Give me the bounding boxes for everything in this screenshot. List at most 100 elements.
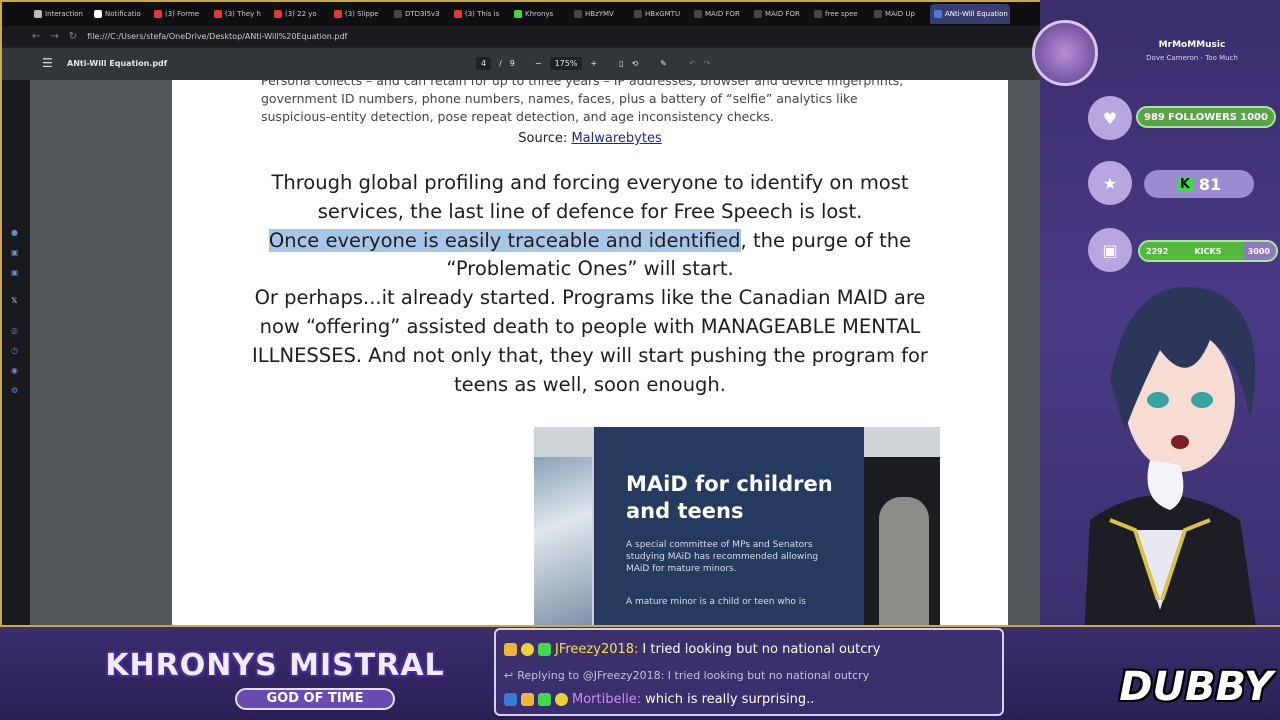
page-number-input[interactable]: 4 <box>476 57 492 70</box>
browser-tab[interactable]: MAID FOR <box>750 4 808 24</box>
fit-page-icon[interactable]: ▯ <box>619 59 623 68</box>
address-bar[interactable]: ← → ↻ file:///C:/Users/stefa/OneDrive/De… <box>2 26 1042 46</box>
logo-title: KHRONYS MISTRAL <box>105 648 445 683</box>
sidebar-strip: ● ▣ ▣ 𝕏 ◎ ◷ ◉ ⚙ <box>2 80 30 625</box>
kick-subs-counter: K 81 <box>1144 170 1254 198</box>
zoom-out-button[interactable]: − <box>535 59 542 68</box>
chat-message: JFreezy2018: I tried looking but no nati… <box>504 642 880 657</box>
tab-favicon-icon <box>154 10 162 18</box>
poster-board <box>594 427 864 625</box>
browser-tab[interactable]: (3) This is <box>450 4 508 24</box>
app-icon[interactable]: ◎ <box>11 326 21 336</box>
tab-label: ANti-Will Equation <box>945 10 1008 18</box>
followers-goal-bar: 989 FOLLOWERS 1000 <box>1136 106 1276 128</box>
tab-label: HBxGMTU <box>645 10 681 18</box>
clock-icon[interactable]: ◷ <box>11 346 21 356</box>
chat-username[interactable]: JFreezy2018: <box>555 642 638 657</box>
browser-tab[interactable]: MAID FOR <box>690 4 748 24</box>
reload-icon[interactable]: ↻ <box>69 31 77 42</box>
kick-logo-icon: K <box>1176 176 1193 192</box>
zoom-in-button[interactable]: + <box>590 59 597 68</box>
settings-icon[interactable]: ⚙ <box>11 386 21 396</box>
tab-favicon-icon <box>34 10 42 18</box>
music-artist: MrMoMMusic <box>1158 40 1226 50</box>
browser-tab[interactable]: ANti-Will Equation <box>930 4 1010 24</box>
kicks-current: 2292 <box>1146 246 1169 256</box>
tab-favicon-icon <box>394 10 402 18</box>
tab-label: HBzYMV <box>585 10 614 18</box>
browser-tab[interactable]: MAiD Up <box>870 4 928 24</box>
tab-label: Interaction <box>45 10 83 18</box>
x-icon[interactable]: 𝕏 <box>11 296 21 306</box>
kicks-goal: 3000 <box>1247 246 1270 256</box>
poster-title: MAiD for children and teens <box>626 472 833 523</box>
chat-username[interactable]: Mortibelle: <box>572 692 641 707</box>
kick-count-value: 81 <box>1198 174 1222 194</box>
browser-tab[interactable]: Khronys <box>510 4 568 24</box>
browser-tab[interactable]: (3) Slippe <box>330 4 388 24</box>
annotate-icon[interactable]: ✎ <box>660 59 667 68</box>
tab-label: (3) 22 yo <box>285 10 317 18</box>
tab-bar: Interaction Notificatio (3) Forme (3) They … <box>2 2 1042 26</box>
tab-label: MAID FOR <box>705 10 740 18</box>
channel-logo: KHRONYS MISTRAL GOD OF TIME <box>95 628 455 720</box>
tab-label: (3) Forme <box>165 10 200 18</box>
chat-box: JFreezy2018: I tried looking but no nati… <box>494 628 1004 716</box>
badge-icon <box>504 643 517 656</box>
tab-favicon-icon <box>694 10 702 18</box>
heart-icon: ♥ <box>1088 96 1132 140</box>
menu-icon[interactable]: ☰ <box>42 56 53 70</box>
pdf-title: ANti-Will Equation.pdf <box>67 59 168 68</box>
person-figure <box>879 497 929 625</box>
tab-favicon-icon <box>274 10 282 18</box>
pdf-page: Persona collects – and can retain for up… <box>172 80 1008 625</box>
browser-tab[interactable]: (3) 22 yo <box>270 4 328 24</box>
star-icon: ★ <box>1088 161 1132 205</box>
browser-tab[interactable]: DTD3I5v3 <box>390 4 448 24</box>
page-total: 9 <box>509 59 515 68</box>
chat-reply-line: ↩ Replying to @JFreezy2018: I tried look… <box>504 669 869 682</box>
chat-text: I tried looking but no national outcry <box>642 642 881 657</box>
url-text[interactable]: file:///C:/Users/stefa/OneDrive/Desktop/… <box>87 32 347 41</box>
zoom-input[interactable]: 175% <box>549 57 583 70</box>
pdf-viewer[interactable]: Persona collects – and can retain for up… <box>30 80 1040 625</box>
back-icon[interactable]: ← <box>32 31 40 42</box>
tab-favicon-icon <box>754 10 762 18</box>
rotate-icon[interactable]: ⟲ <box>632 59 639 68</box>
body-line-3: Or perhaps...it already started. Program… <box>252 286 928 396</box>
app-icon[interactable]: ● <box>11 228 21 238</box>
browser-tab[interactable]: HBxGMTU <box>630 4 688 24</box>
followers-label: FOLLOWERS <box>1168 111 1237 123</box>
browser-tab[interactable]: (3) They h <box>210 4 268 24</box>
undo-icon[interactable]: ↶ <box>689 59 696 68</box>
poster-subtitle-2: A mature minor is a child or teen who is <box>626 597 806 607</box>
page-separator: / <box>499 59 502 68</box>
stream-scene: { "browser": { "tabs": [ {"label": "Inte… <box>0 0 1280 720</box>
app-icon[interactable]: ◉ <box>11 366 21 376</box>
tab-favicon-icon <box>634 10 642 18</box>
app-icon[interactable]: ▣ <box>11 268 21 278</box>
tab-favicon-icon <box>454 10 462 18</box>
tab-favicon-icon <box>934 10 942 18</box>
browser-tab[interactable]: (3) Forme <box>150 4 208 24</box>
tab-label: (3) This is <box>465 10 500 18</box>
browser-tab[interactable]: free spee <box>810 4 868 24</box>
body-text: Through global profiling and forcing eve… <box>232 169 948 399</box>
highlighted-text: Once everyone is easily traceable and id… <box>268 228 741 252</box>
browser-tab[interactable]: Interaction <box>30 4 88 24</box>
tab-label: (3) They h <box>225 10 261 18</box>
source-prefix: Source: <box>518 131 572 146</box>
browser-tab[interactable]: HBzYMV <box>570 4 628 24</box>
tab-favicon-icon <box>214 10 222 18</box>
tab-favicon-icon <box>574 10 582 18</box>
music-track: Dove Cameron - Too Much <box>1146 54 1238 62</box>
app-icon[interactable]: ▣ <box>11 248 21 258</box>
tab-label: MAiD Up <box>885 10 915 18</box>
badge-icon <box>521 693 534 706</box>
redo-icon[interactable]: ↷ <box>704 59 711 68</box>
browser-tab[interactable]: Notificatio <box>90 4 148 24</box>
forward-icon[interactable]: → <box>50 31 58 42</box>
tab-label: Notificatio <box>105 10 141 18</box>
source-link[interactable]: Malwarebytes <box>571 131 661 146</box>
followers-current: 989 <box>1144 111 1165 123</box>
